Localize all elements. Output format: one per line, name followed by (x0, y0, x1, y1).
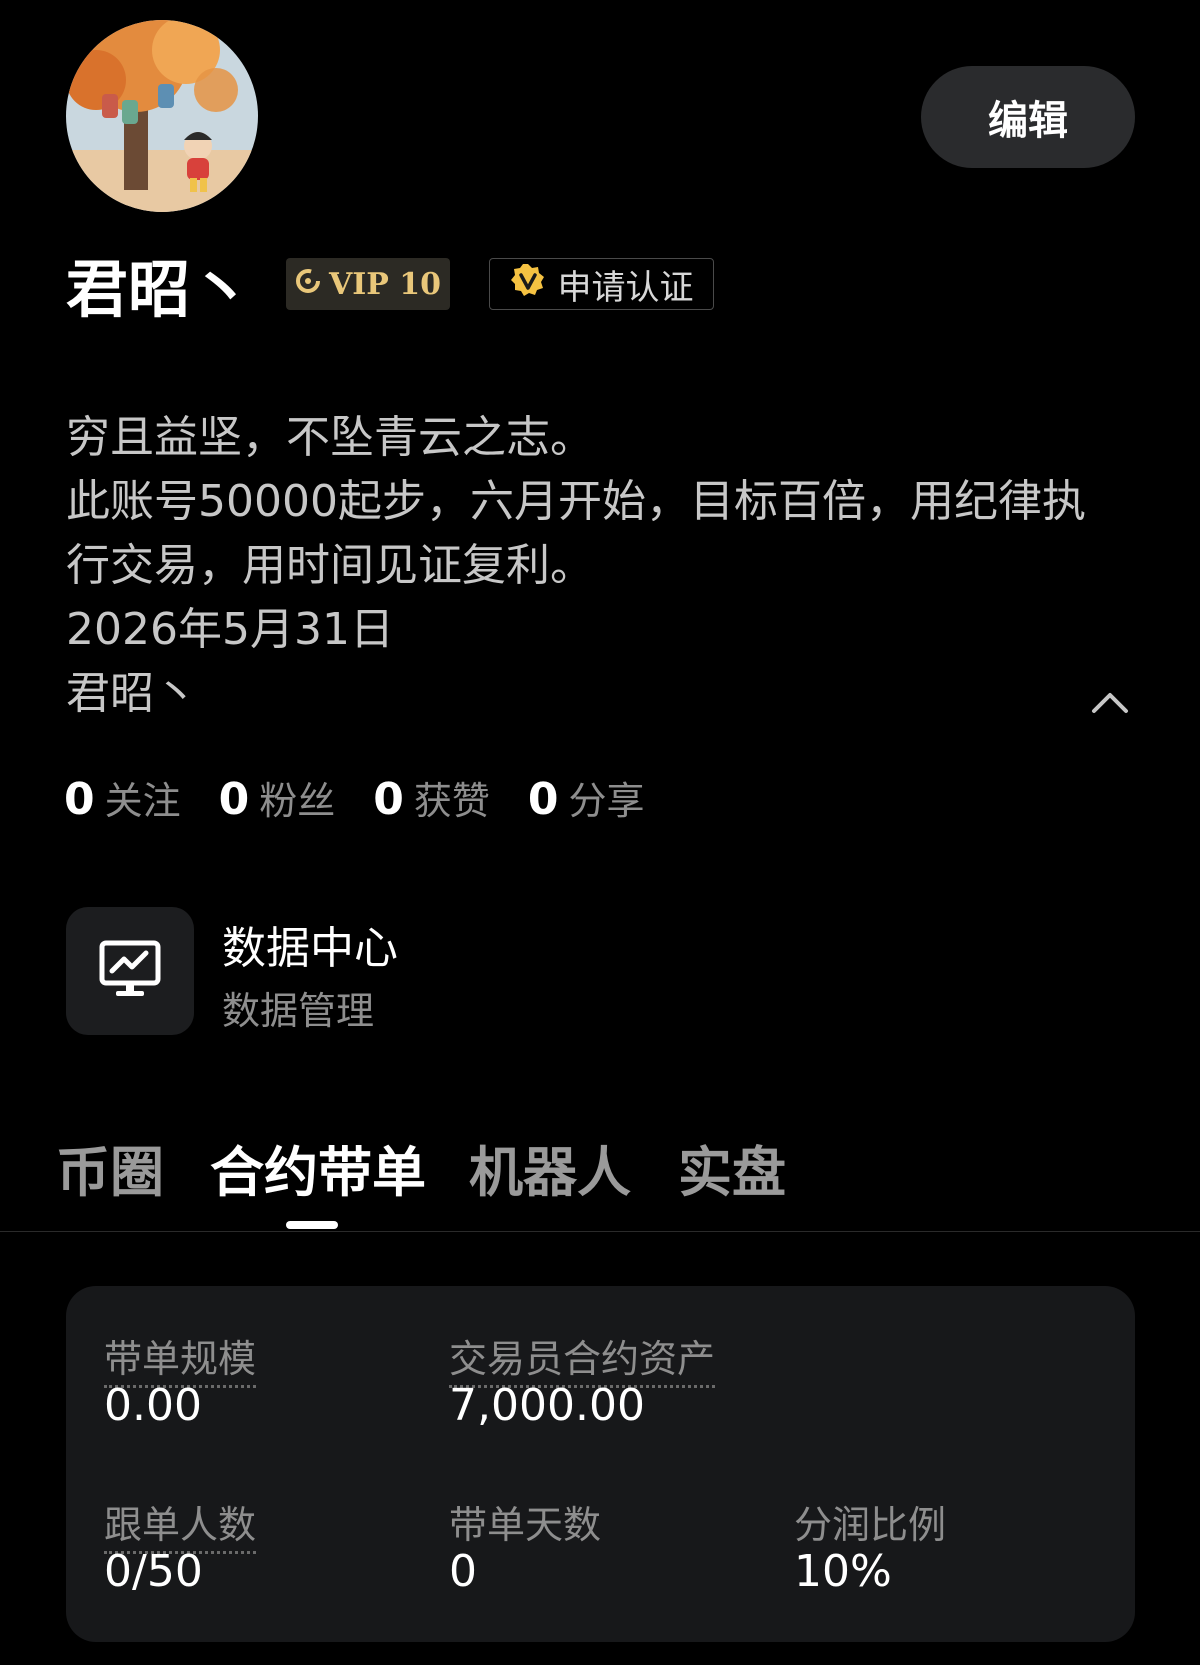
stat-label: 粉丝 (259, 779, 336, 823)
user-name: 君昭丶 (66, 253, 253, 326)
active-tab-indicator (286, 1221, 338, 1229)
tab-bots[interactable]: 机器人 (469, 1128, 631, 1207)
metric-value-trader-assets: 7,000.00 (449, 1380, 645, 1431)
stat-following[interactable]: 0 关注 (64, 770, 181, 825)
stat-value: 0 (527, 774, 559, 825)
vip-ring-icon (295, 267, 321, 302)
metric-value-followers: 0/50 (104, 1546, 203, 1597)
bio: 穷且益坚，不坠青云之志。 此账号50000起步，六月开始，目标百倍，用纪律执 行… (66, 406, 1116, 726)
avatar[interactable] (66, 20, 258, 212)
tab-live-account[interactable]: 实盘 (678, 1128, 786, 1207)
stats-row: 0 关注 0 粉丝 0 获赞 0 分享 (64, 770, 645, 825)
chevron-up-icon[interactable] (1090, 685, 1130, 719)
metric-label-days: 带单天数 (449, 1503, 602, 1547)
stat-label: 分享 (568, 779, 645, 823)
bio-line: 君昭丶 (66, 668, 198, 719)
monitor-chart-icon (98, 939, 162, 1003)
stat-fans[interactable]: 0 粉丝 (219, 770, 336, 825)
stat-label: 获赞 (413, 779, 490, 823)
data-center-button[interactable] (66, 907, 194, 1035)
certify-button[interactable]: 申请认证 (489, 258, 714, 310)
verified-v-icon (510, 262, 546, 307)
tab-divider (0, 1231, 1200, 1232)
stat-value: 0 (218, 774, 250, 825)
tab-coin-circle[interactable]: 币圈 (56, 1128, 164, 1207)
metric-value-profit-share: 10% (794, 1546, 892, 1597)
bio-line: 2026年5月31日 (66, 604, 394, 655)
bio-line: 此账号50000起步，六月开始，目标百倍，用纪律执 (66, 476, 1086, 527)
vip-label: VIP 10 (328, 266, 442, 302)
vip-badge[interactable]: VIP 10 (286, 258, 450, 310)
data-center-title[interactable]: 数据中心 (222, 912, 398, 976)
metric-label-profit-share: 分润比例 (794, 1503, 947, 1547)
avatar-image (66, 20, 258, 212)
tab-copy-trading[interactable]: 合约带单 (210, 1128, 426, 1207)
stat-shares[interactable]: 0 分享 (528, 770, 645, 825)
stat-value: 0 (64, 774, 95, 825)
metric-label-trader-assets[interactable]: 交易员合约资产 (449, 1328, 716, 1388)
bio-line: 穷且益坚，不坠青云之志。 (66, 412, 594, 463)
edit-button[interactable]: 编辑 (921, 66, 1135, 168)
stat-value: 0 (373, 774, 404, 825)
metric-label-followers[interactable]: 跟单人数 (104, 1494, 257, 1554)
stat-likes[interactable]: 0 获赞 (373, 770, 490, 825)
metric-value-days: 0 (449, 1546, 477, 1597)
data-center-subtitle: 数据管理 (222, 989, 375, 1033)
metric-value-scale: 0.00 (104, 1380, 202, 1431)
metric-label-scale[interactable]: 带单规模 (104, 1328, 257, 1388)
stat-label: 关注 (104, 779, 181, 823)
bio-line: 行交易，用时间见证复利。 (66, 540, 594, 591)
certify-label: 申请认证 (557, 267, 694, 308)
